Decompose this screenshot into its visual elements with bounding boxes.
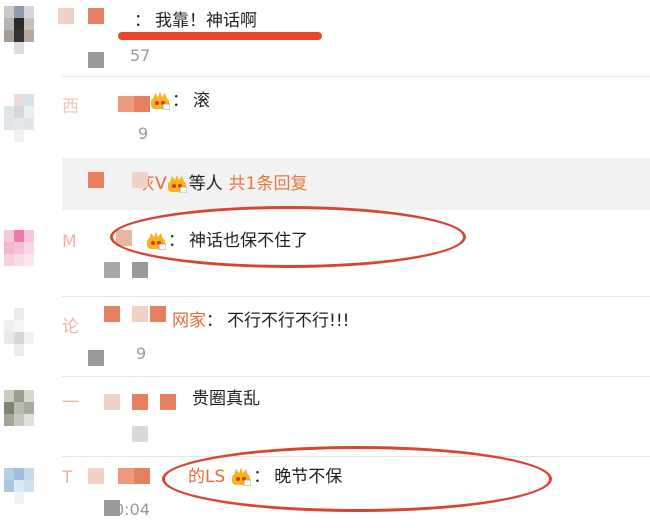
reply-summary[interactable]: 灰V 等人 共1条回复 xyxy=(138,173,307,195)
comment: 贵圈真乱 xyxy=(192,388,260,410)
comment: 网家 ： 不行不行不行!!! xyxy=(172,310,349,332)
comment-text: 贵圈真乱 xyxy=(192,389,260,409)
sidebar-letter: T xyxy=(62,468,73,488)
comment-colon: ： xyxy=(134,11,151,31)
avatar[interactable] xyxy=(4,230,44,278)
avatar[interactable] xyxy=(4,390,44,438)
sidebar-letter: 西 xyxy=(62,97,79,117)
divider xyxy=(62,76,650,77)
divider xyxy=(62,296,650,297)
crown-badge-icon xyxy=(167,175,188,194)
comment: ： 滚 xyxy=(150,90,210,112)
reply-suffix: 等人 xyxy=(188,174,223,194)
avatar[interactable] xyxy=(4,6,44,54)
comment: ： 我靠！神话啊 xyxy=(134,10,257,32)
avatar[interactable] xyxy=(4,308,44,356)
sidebar-letter: 一 xyxy=(62,393,79,413)
comment-meta: 0:04 xyxy=(114,500,150,519)
comment-text: 我靠！神话啊 xyxy=(155,11,257,31)
comment-text: 滚 xyxy=(193,91,210,111)
comment-colon: ： xyxy=(172,91,189,111)
comment-meta: 57 xyxy=(130,46,151,65)
reply-count-link[interactable]: 共1条回复 xyxy=(229,173,308,195)
avatar[interactable] xyxy=(4,94,44,142)
sidebar-letter: M xyxy=(62,232,77,252)
highlight-underline xyxy=(118,32,322,40)
comment-text: 不行不行不行!!! xyxy=(227,311,350,331)
comment-meta: 9 xyxy=(136,344,147,363)
highlight-circle xyxy=(110,206,466,268)
sidebar-letter: 论 xyxy=(62,317,79,337)
divider xyxy=(62,376,650,377)
avatar[interactable] xyxy=(4,468,44,516)
comment-user-name[interactable]: 网家 xyxy=(172,310,206,332)
comment-colon: ： xyxy=(206,311,223,331)
comment-meta: 9 xyxy=(138,124,149,143)
highlight-circle xyxy=(162,446,552,512)
crown-badge-icon xyxy=(150,92,171,111)
